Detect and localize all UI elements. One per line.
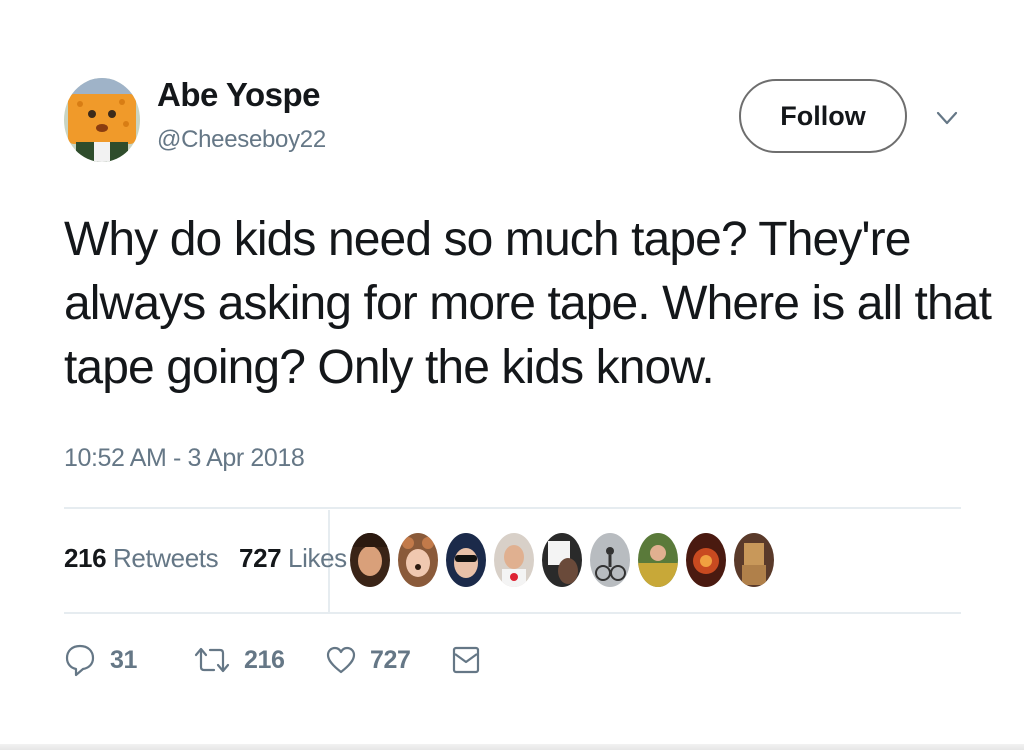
follow-button[interactable]: Follow <box>739 79 907 153</box>
chevron-down-icon[interactable] <box>934 108 960 128</box>
retweets-count: 216 <box>64 543 107 573</box>
tweet-line: always asking for more tape. Where is al… <box>64 277 992 330</box>
likes-count: 727 <box>239 543 282 573</box>
page-bottom-edge <box>0 744 1024 750</box>
liker-avatar[interactable] <box>446 533 486 587</box>
reply-icon <box>64 643 96 677</box>
retweets-label: Retweets <box>113 543 219 573</box>
reply-button[interactable]: 31 <box>64 640 137 680</box>
tweet-card: Abe Yospe @Cheeseboy22 Follow Why do kid… <box>0 0 1024 750</box>
envelope-icon <box>452 645 480 675</box>
tweet-line: Why do kids need so much tape? They're <box>64 213 911 266</box>
retweet-icon <box>194 645 230 675</box>
liker-avatar[interactable] <box>398 533 438 587</box>
liker-avatar[interactable] <box>350 533 390 587</box>
like-button[interactable]: 727 <box>326 640 411 680</box>
username[interactable]: @Cheeseboy22 <box>157 126 326 154</box>
heart-icon <box>326 645 356 675</box>
reply-count: 31 <box>110 645 138 674</box>
avatar[interactable] <box>64 78 140 162</box>
retweet-button[interactable]: 216 <box>194 640 285 680</box>
liker-avatar[interactable] <box>686 533 726 587</box>
likes-label: Likes <box>288 543 347 573</box>
tweet-stats: 216 Retweets 727 Likes <box>64 543 361 574</box>
tweet-text: Why do kids need so much tape? They're a… <box>64 208 992 400</box>
retweets-stat[interactable]: 216 Retweets <box>64 543 219 573</box>
retweet-count: 216 <box>244 645 285 674</box>
direct-message-button[interactable] <box>452 640 480 680</box>
like-count: 727 <box>370 645 411 674</box>
likes-stat[interactable]: 727 Likes <box>239 543 347 573</box>
liker-avatar[interactable] <box>542 533 582 587</box>
liker-avatar[interactable] <box>734 533 774 587</box>
divider <box>64 507 961 509</box>
liker-avatar[interactable] <box>638 533 678 587</box>
liker-avatar[interactable] <box>494 533 534 587</box>
divider <box>64 612 961 614</box>
tweet-line: tape going? Only the kids know. <box>64 341 715 394</box>
display-name[interactable]: Abe Yospe <box>157 76 321 114</box>
liker-avatar[interactable] <box>590 533 630 587</box>
tweet-timestamp[interactable]: 10:52 AM - 3 Apr 2018 <box>64 444 305 473</box>
